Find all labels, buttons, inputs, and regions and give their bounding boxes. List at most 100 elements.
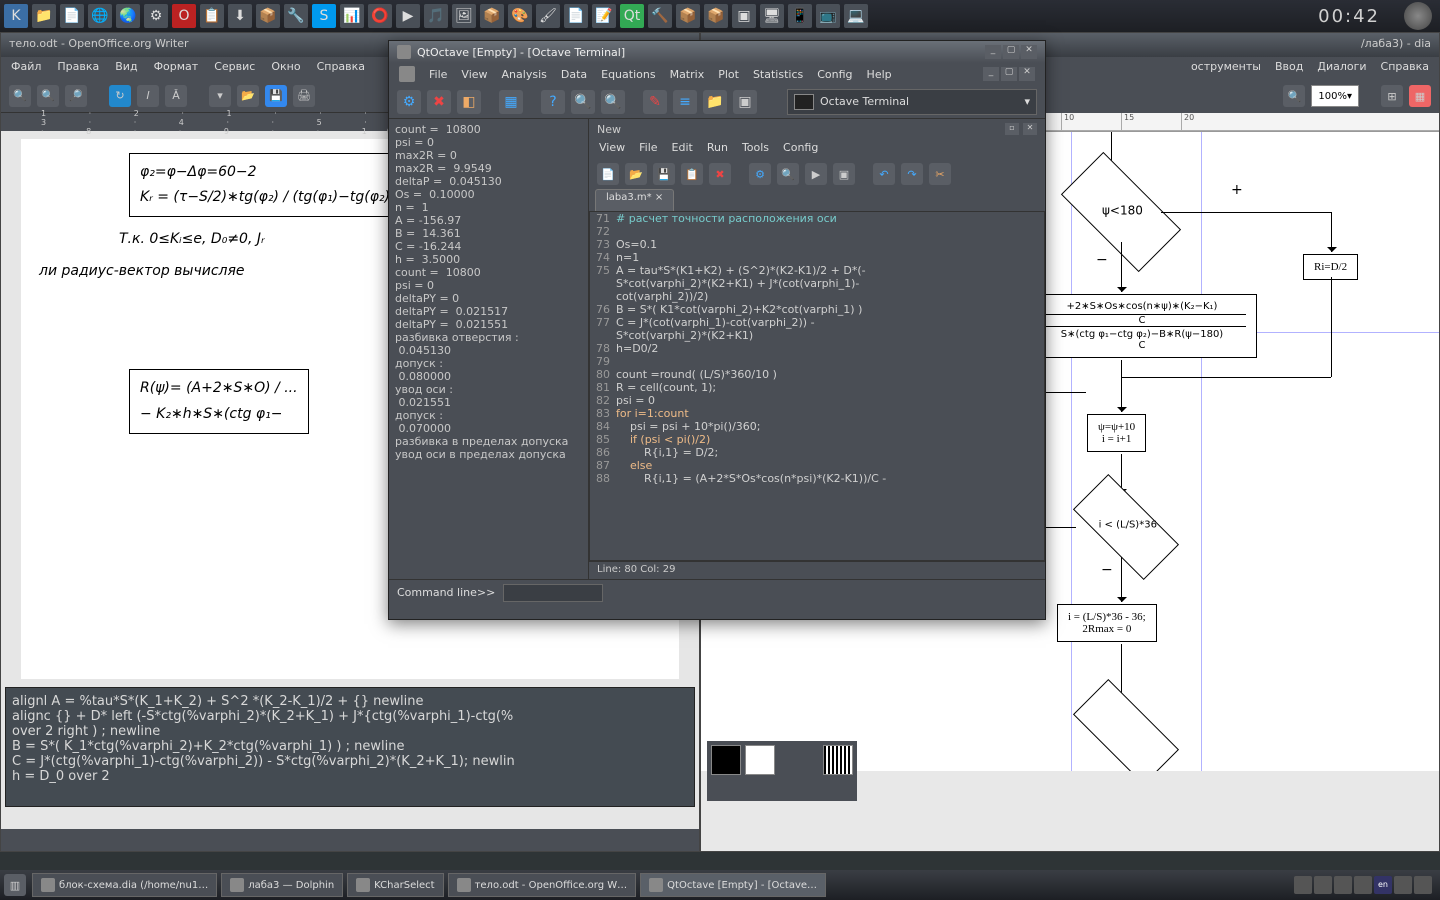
- search-icon[interactable]: 🔍: [777, 163, 799, 185]
- menu-tools[interactable]: Сервис: [214, 60, 255, 76]
- qtoctave-titlebar[interactable]: QtOctave [Empty] - [Octave Terminal] _ ▢…: [389, 41, 1045, 63]
- zoom-icon[interactable]: 🔍: [37, 85, 59, 107]
- show-desktop-icon[interactable]: ▥: [4, 874, 26, 896]
- app-icon[interactable]: 📝: [592, 4, 616, 28]
- app-icon[interactable]: 📺: [816, 4, 840, 28]
- menu-file[interactable]: Файл: [11, 60, 41, 76]
- decision-node[interactable]: [1073, 679, 1179, 771]
- menu-view[interactable]: View: [599, 141, 625, 157]
- qt-icon[interactable]: Qt: [620, 4, 644, 28]
- detach-button[interactable]: ▫: [1005, 123, 1019, 135]
- saveall-icon[interactable]: 📋: [681, 163, 703, 185]
- writer-formula-editor[interactable]: alignl A = %tau*S*(K_1+K_2) + S^2 *(K_2-…: [5, 687, 695, 807]
- menu-tools[interactable]: острументы: [1191, 60, 1261, 76]
- menu-plot[interactable]: Plot: [718, 68, 739, 81]
- editor-code-area[interactable]: 71# расчет точности расположения оси7273…: [589, 211, 1045, 561]
- app-icon[interactable]: ▶: [396, 4, 420, 28]
- skype-icon[interactable]: S: [312, 4, 336, 28]
- download-icon[interactable]: ⬇: [228, 4, 252, 28]
- open-icon[interactable]: 📂: [237, 85, 259, 107]
- app-icon[interactable]: ⚙: [144, 4, 168, 28]
- process-node[interactable]: ψ=ψ+10 i = i+1: [1087, 414, 1146, 452]
- menu-help[interactable]: Help: [867, 68, 892, 81]
- taskbar-entry[interactable]: лаба3 — Dolphin: [221, 873, 343, 897]
- menu-view[interactable]: Вид: [115, 60, 137, 76]
- maximize-button[interactable]: ▢: [1001, 67, 1017, 81]
- tray-icon[interactable]: [1414, 876, 1432, 894]
- terminal-icon[interactable]: ▣: [833, 163, 855, 185]
- app-icon[interactable]: 📦: [256, 4, 280, 28]
- app-icon[interactable]: 📦: [704, 4, 728, 28]
- app-icon[interactable]: 🔧: [284, 4, 308, 28]
- menu-edit[interactable]: Edit: [672, 141, 693, 157]
- keyboard-layout-icon[interactable]: en: [1374, 876, 1392, 894]
- menu-input[interactable]: Ввод: [1275, 60, 1303, 76]
- grid-icon[interactable]: ⊞: [1381, 85, 1403, 107]
- tab-close-icon[interactable]: ×: [655, 192, 663, 203]
- app-icon[interactable]: 🖼: [452, 4, 476, 28]
- snap-icon[interactable]: ▦: [1409, 85, 1431, 107]
- print-icon[interactable]: 🖨: [293, 85, 315, 107]
- minimize-button[interactable]: _: [985, 45, 1001, 59]
- gimp-icon[interactable]: 🎨: [508, 4, 532, 28]
- taskbar-entry[interactable]: KCharSelect: [347, 873, 443, 897]
- tray-icon[interactable]: [1334, 876, 1352, 894]
- pattern-swatch[interactable]: [823, 745, 853, 775]
- globe-icon[interactable]: 🌐: [88, 4, 112, 28]
- run-icon[interactable]: ⚙: [749, 163, 771, 185]
- app-icon[interactable]: 📊: [340, 4, 364, 28]
- stop-icon[interactable]: ✖: [427, 90, 451, 114]
- table-icon[interactable]: ▦: [499, 90, 523, 114]
- cursor-icon[interactable]: 𝐼: [137, 85, 159, 107]
- new-icon[interactable]: 📄: [597, 163, 619, 185]
- taskbar-entry[interactable]: блок-схема.dia (/home/nu1…: [32, 873, 217, 897]
- menu-file[interactable]: File: [639, 141, 657, 157]
- cut-icon[interactable]: ✂: [929, 163, 951, 185]
- cmdline-input[interactable]: [503, 584, 603, 602]
- zoom-icon[interactable]: 🔍: [601, 90, 625, 114]
- menu-config[interactable]: Config: [817, 68, 852, 81]
- menu-view[interactable]: View: [461, 68, 487, 81]
- save-icon[interactable]: 💾: [653, 163, 675, 185]
- eraser-icon[interactable]: ◧: [457, 90, 481, 114]
- menu-help[interactable]: Справка: [317, 60, 365, 76]
- app-icon[interactable]: 🖌: [536, 4, 560, 28]
- menu-config[interactable]: Config: [783, 141, 818, 157]
- color-swatch[interactable]: [745, 745, 775, 775]
- app-icon[interactable]: 🔨: [648, 4, 672, 28]
- menu-edit[interactable]: Правка: [57, 60, 99, 76]
- app-icon[interactable]: 📄: [564, 4, 588, 28]
- spellcheck-icon[interactable]: Ǎ: [165, 85, 187, 107]
- editor-tab[interactable]: laba3.m* ×: [595, 189, 674, 211]
- close-icon[interactable]: ✖: [709, 163, 731, 185]
- menu-data[interactable]: Data: [561, 68, 587, 81]
- app-icon[interactable]: 📄: [60, 4, 84, 28]
- process-node[interactable]: i = (L/S)*36 - 36; 2Rmax = 0: [1057, 604, 1157, 642]
- menu-statistics[interactable]: Statistics: [753, 68, 803, 81]
- gear-icon[interactable]: ⚙: [397, 90, 421, 114]
- app-icon[interactable]: ⭕: [368, 4, 392, 28]
- menu-window[interactable]: Окно: [271, 60, 300, 76]
- app-icon[interactable]: 🎵: [424, 4, 448, 28]
- app-icon[interactable]: 📱: [788, 4, 812, 28]
- help-icon[interactable]: ?: [541, 90, 565, 114]
- app-icon[interactable]: 📦: [676, 4, 700, 28]
- clock[interactable]: 00:42: [1302, 6, 1396, 27]
- refresh-icon[interactable]: ↻: [109, 85, 131, 107]
- menu-file[interactable]: File: [429, 68, 447, 81]
- redo-icon[interactable]: ↷: [901, 163, 923, 185]
- app-icon[interactable]: 🖥: [760, 4, 784, 28]
- menu-tools[interactable]: Tools: [742, 141, 769, 157]
- kde-plasma-icon[interactable]: [1404, 2, 1432, 30]
- forward-icon[interactable]: ▶: [805, 163, 827, 185]
- zoom-icon[interactable]: 🔍: [1283, 85, 1305, 107]
- tray-icon[interactable]: [1354, 876, 1372, 894]
- opera-icon[interactable]: O: [172, 4, 196, 28]
- octave-terminal-output[interactable]: count = 10800 psi = 0 max2R = 0 max2R = …: [389, 119, 589, 579]
- zoom-icon[interactable]: 🔍: [9, 85, 31, 107]
- close-button[interactable]: ✕: [1023, 123, 1037, 135]
- menu-run[interactable]: Run: [707, 141, 728, 157]
- terminal-icon[interactable]: ▣: [733, 90, 757, 114]
- process-node[interactable]: +2∗S∗Os∗cos(n∗ψ)∗(K₂−K₁) C S∗(ctg φ₁−ctg…: [1027, 294, 1257, 358]
- menu-analysis[interactable]: Analysis: [502, 68, 547, 81]
